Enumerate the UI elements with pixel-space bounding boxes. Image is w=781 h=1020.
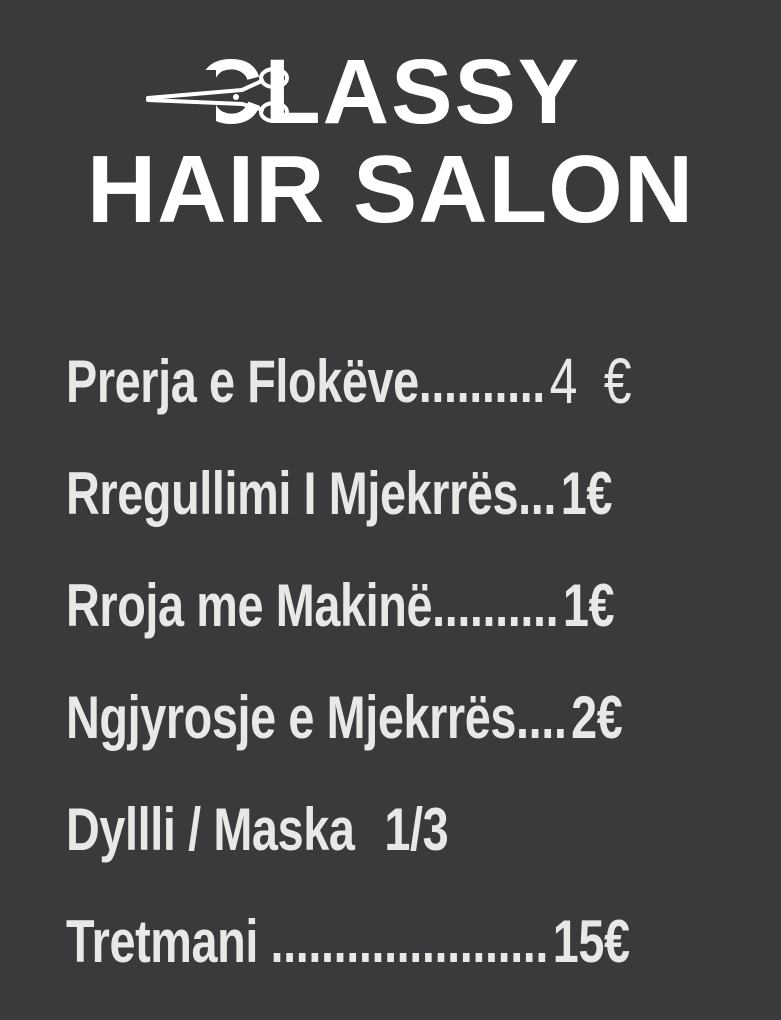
service-name: Prerja e Flokëve bbox=[66, 347, 419, 415]
price-row: Ngjyrosje e Mjekrrës.... 2€ bbox=[66, 661, 623, 773]
service-price: 2€ bbox=[571, 683, 623, 751]
service-name: Tretmani bbox=[66, 907, 271, 975]
salon-logo: CLASSY HAIR SALON bbox=[0, 0, 781, 240]
service-price: 1€ bbox=[560, 459, 613, 527]
dot-leader: .......... bbox=[432, 571, 559, 639]
service-price: 1/3 bbox=[384, 795, 449, 863]
service-price: 1€ bbox=[562, 571, 615, 639]
dot-leader: ... bbox=[518, 459, 557, 527]
price-list: Prerja e Flokëve.......... 4 € Rregullimi… bbox=[66, 325, 766, 997]
service-name: Ngjyrosje e Mjekrrës bbox=[66, 683, 517, 751]
service-name: Rroja me Makinë bbox=[66, 571, 433, 639]
service-price: 15€ bbox=[552, 907, 630, 975]
service-name: Dyllli / Maska bbox=[66, 795, 355, 863]
price-row: Tretmani ...................... 15€ bbox=[66, 885, 630, 997]
dot-leader: .... bbox=[516, 683, 567, 751]
price-row: Rroja me Makinë.......... 1€ bbox=[66, 549, 615, 661]
dot-leader: ...................... bbox=[270, 907, 549, 975]
service-name: Rregullimi I Mjekrrës bbox=[66, 459, 519, 527]
price-row: Prerja e Flokëve.......... 4 € bbox=[66, 325, 631, 437]
price-row: Rregullimi I Mjekrrës... 1€ bbox=[66, 437, 612, 549]
dot-leader: .......... bbox=[418, 347, 546, 415]
dot-leader bbox=[354, 795, 379, 864]
scissors-icon bbox=[146, 67, 289, 124]
logo-line-2: HAIR SALON bbox=[86, 136, 695, 243]
service-price: 4 € bbox=[549, 345, 638, 417]
price-row: Dyllli / Maska 1/3 bbox=[66, 773, 612, 885]
